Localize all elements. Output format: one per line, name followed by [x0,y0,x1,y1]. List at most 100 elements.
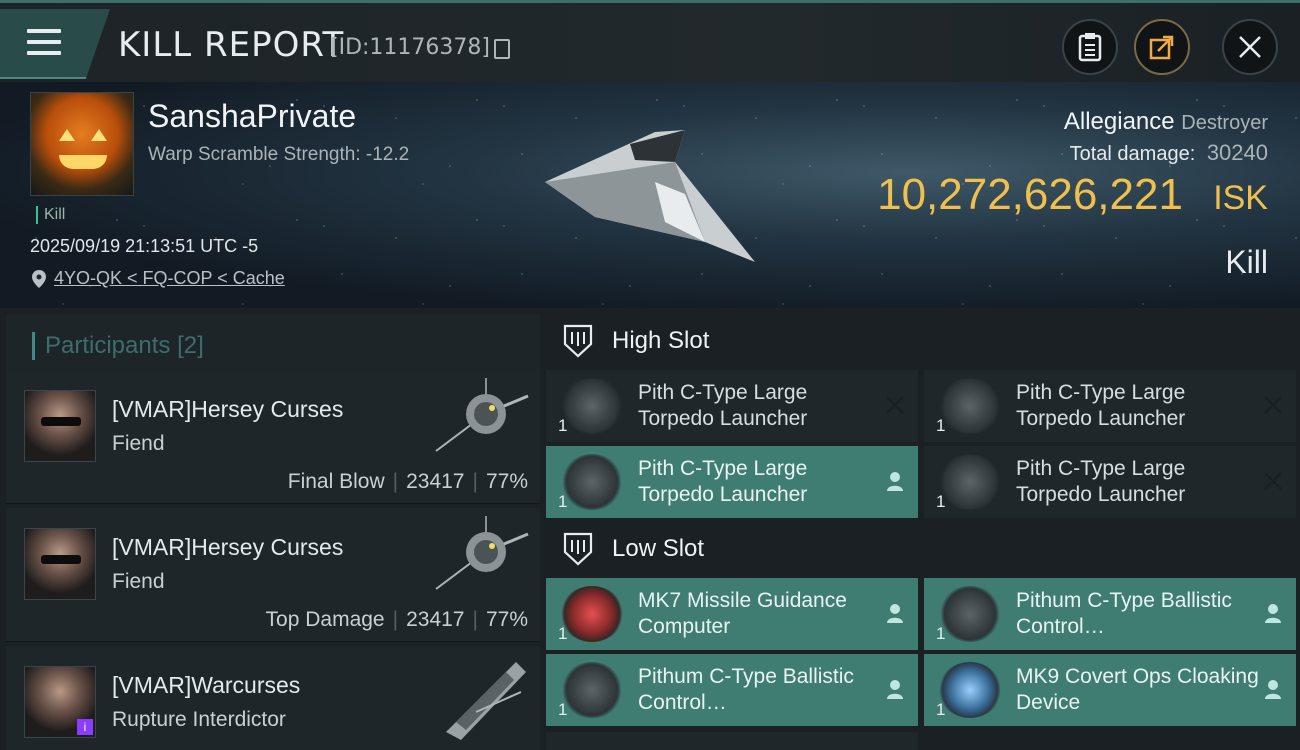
cloaking-device-icon [938,662,1002,718]
location-text[interactable]: 4YO-QK < FQ-COP < Cache [54,268,285,289]
module-qty: 1 [558,700,568,719]
module-name: Pith C-Type Large Torpedo Launcher [638,381,808,430]
module-item[interactable]: 1 Pithum C-Type Ballistic Control… [546,654,918,726]
isk-value-line: 10,272,626,221 ISK [877,170,1268,220]
module-qty: 1 [936,624,946,643]
module-item[interactable]: 1 MK7 Missile Guidance Computer [546,578,918,650]
low-slot-icon [563,532,593,566]
module-item-partial[interactable] [546,732,918,750]
participant-avatar[interactable] [24,528,96,600]
share-icon [1149,35,1174,60]
kill-tag: Kill [36,206,65,224]
torpedo-launcher-icon [938,454,1002,510]
module-name: Pith C-Type Large Torpedo Launcher [1016,457,1186,506]
module-item[interactable]: 1 Pith C-Type Large Torpedo Launcher [546,370,918,442]
high-slot-icon [563,324,593,358]
participant-avatar[interactable]: i [24,666,96,738]
participant-ship: Rupture Interdictor [112,708,286,731]
module-item[interactable]: 1 Pith C-Type Large Torpedo Launcher [924,370,1296,442]
fiend-ship-icon [435,516,529,590]
total-damage-value: 30240 [1206,140,1268,165]
victim-ship-image [545,130,755,262]
allegiance-label: Allegiance [1063,108,1175,135]
dropped-person-icon [1265,604,1281,623]
participant-row[interactable]: [VMAR]Hersey Curses Fiend Final Blow | 234… [6,370,540,504]
participants-header: Participants [2] [6,314,540,372]
module-item[interactable]: 1 Pithum C-Type Ballistic Control… [924,578,1296,650]
victim-summary: SanshaPrivate Warp Scramble Strength: -1… [0,82,1300,308]
kill-location[interactable]: 4YO-QK < FQ-COP < Cache [32,268,285,289]
module-name: Pith C-Type Large Torpedo Launcher [1016,381,1186,430]
high-slot-header: High Slot [546,310,1300,372]
share-button[interactable] [1134,19,1190,75]
participants-count: [2] [177,332,204,359]
module-name: Pith C-Type Large Torpedo Launcher [638,457,808,506]
participant-damage: 23417 [406,608,465,631]
torpedo-launcher-icon [938,378,1002,434]
victim-portrait[interactable] [30,92,134,196]
victim-name[interactable]: SanshaPrivate [148,98,356,135]
header-bar: KILL REPORT [ID:11176378] [0,0,1300,82]
participant-name[interactable]: [VMAR]Hersey Curses [112,534,343,561]
participant-role: Top Damage [265,608,385,631]
warp-scramble-strength: Warp Scramble Strength: -12.2 [148,144,410,165]
ship-class: Destroyer [1181,112,1268,134]
participant-percent: 77% [485,470,528,493]
page-title: KILL REPORT [118,25,345,65]
destroyed-x-icon [1264,396,1282,414]
kill-result: Kill [1225,244,1268,280]
ballistic-control-icon [560,662,624,718]
allegiance-line: Allegiance Destroyer [1064,108,1268,136]
module-item[interactable]: 1 Pith C-Type Large Torpedo Launcher [546,446,918,518]
total-damage-label: Total damage: [1069,143,1196,165]
torpedo-launcher-icon [560,378,624,434]
copy-icon[interactable] [494,39,510,59]
participant-percent: 77% [485,608,528,631]
participants-title: Participants [2] [32,332,204,360]
kill-datetime: 2025/09/19 21:13:51 UTC -5 [30,236,259,256]
participant-damage: 23417 [406,470,465,493]
pumpkin-mouth [59,155,107,169]
close-button[interactable] [1222,19,1278,75]
info-badge-icon: i [77,719,93,735]
dropped-person-icon [1265,680,1281,699]
participant-ship: Fiend [112,432,165,455]
clipboard-icon [1078,33,1102,62]
module-item[interactable]: 1 Pith C-Type Large Torpedo Launcher [924,446,1296,518]
fitting-panel: High Slot 1 Pith C-Type Large Torpedo La… [540,308,1300,750]
location-pin-icon [32,269,46,288]
module-name: MK9 Covert Ops Cloaking Device [1016,665,1259,714]
low-slot-label: Low Slot [612,535,705,562]
pumpkin-eye-right [91,129,107,141]
participants-panel: Participants [2] [VMAR]Hersey Curses Fie… [0,308,540,750]
participant-ship: Fiend [112,570,165,593]
rupture-ship-icon [446,662,526,740]
module-qty: 1 [558,492,568,511]
participant-name[interactable]: [VMAR]Hersey Curses [112,396,343,423]
destroyed-x-icon [1264,472,1282,490]
fiend-ship-icon [435,378,529,452]
menu-button[interactable] [0,9,110,79]
module-name: MK7 Missile Guidance Computer [638,589,847,638]
participants-title-text: Participants [45,332,171,359]
hamburger-icon [27,29,61,62]
module-item[interactable]: 1 MK9 Covert Ops Cloaking Device [924,654,1296,726]
report-id: [ID:11176378] [330,35,490,60]
low-slot-header: Low Slot [546,518,1300,580]
participant-avatar[interactable] [24,390,96,462]
participant-stats: Final Blow | 23417 | 77% [287,470,528,493]
participant-role: Final Blow [287,470,385,493]
total-damage-line: Total damage: 30240 [1070,140,1268,166]
module-name: Pithum C-Type Ballistic Control… [638,665,854,714]
clipboard-button[interactable] [1062,19,1118,75]
module-qty: 1 [936,492,946,511]
participant-row[interactable]: [VMAR]Hersey Curses Fiend Top Damage | 234… [6,508,540,642]
destroyed-x-icon [886,396,904,414]
ballistic-control-icon [938,586,1002,642]
missile-guidance-icon [560,586,624,642]
dropped-person-icon [887,604,903,623]
participant-row[interactable]: i [VMAR]Warcurses Rupture Interdictor [6,646,540,750]
module-name: Pithum C-Type Ballistic Control… [1016,589,1232,638]
participant-name[interactable]: [VMAR]Warcurses [112,672,300,699]
isk-value: 10,272,626,221 [877,170,1183,219]
